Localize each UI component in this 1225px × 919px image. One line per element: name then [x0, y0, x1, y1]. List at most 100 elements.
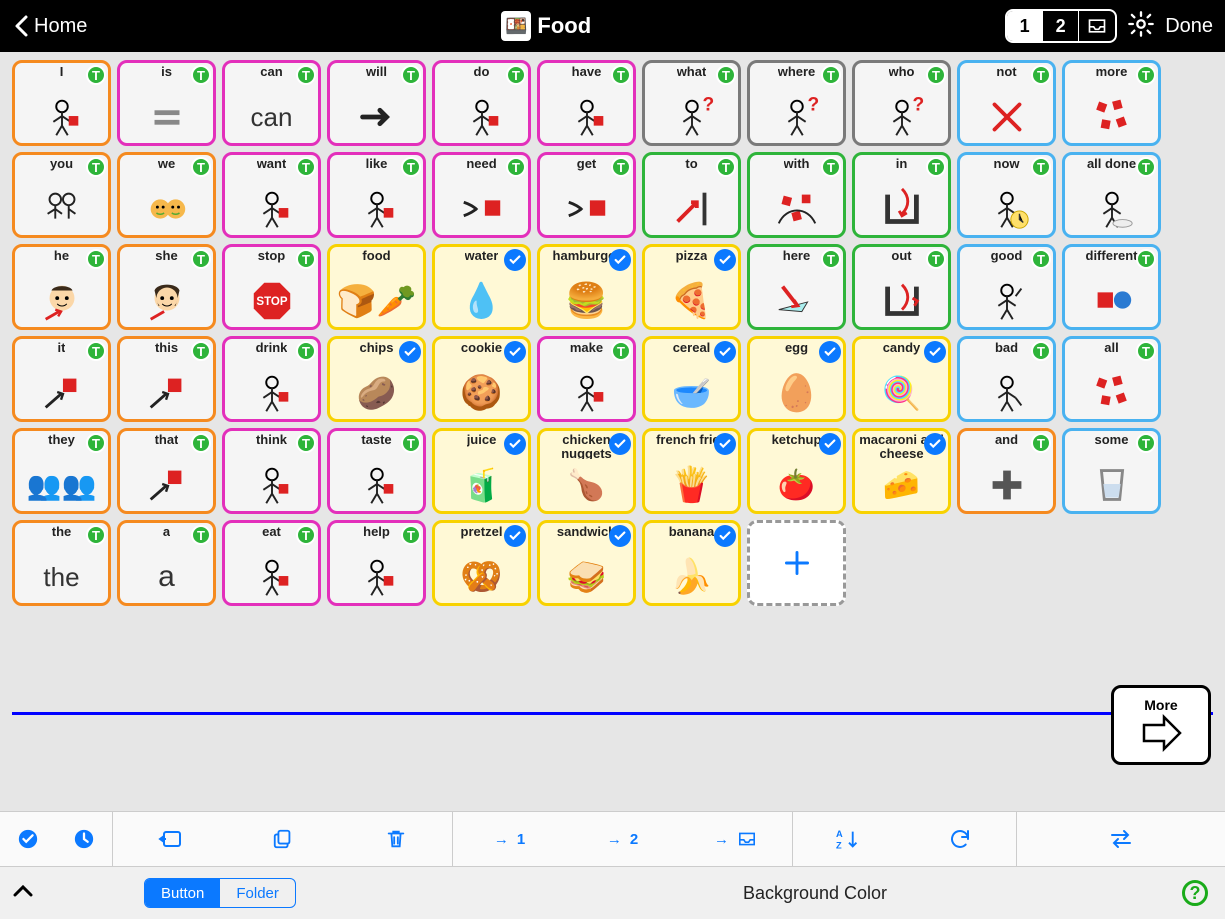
template-badge-icon: T	[1136, 249, 1156, 269]
cell-where[interactable]: where?T	[747, 60, 846, 146]
cell-make[interactable]: makeT	[537, 336, 636, 422]
cell-taste[interactable]: tasteT	[327, 428, 426, 514]
cell-this[interactable]: thisT	[117, 336, 216, 422]
cell-who[interactable]: who?T	[852, 60, 951, 146]
cell-label: good	[991, 249, 1023, 275]
cell-ketchup[interactable]: ketchup🍅	[747, 428, 846, 514]
cell-what[interactable]: what?T	[642, 60, 741, 146]
cell-do[interactable]: doT	[432, 60, 531, 146]
cell-pretzel[interactable]: pretzel🥨	[432, 520, 531, 606]
cell-pizza[interactable]: pizza🍕	[642, 244, 741, 330]
cell-out[interactable]: outT	[852, 244, 951, 330]
move-button[interactable]	[113, 812, 226, 866]
cell-hamburger[interactable]: hamburger🍔	[537, 244, 636, 330]
help-button[interactable]: ?	[1182, 880, 1208, 906]
cell-have[interactable]: haveT	[537, 60, 636, 146]
cell-will[interactable]: willT	[327, 60, 426, 146]
cell-chips[interactable]: chips🥔	[327, 336, 426, 422]
cell-different[interactable]: differentT	[1062, 244, 1161, 330]
cell-label: I	[60, 65, 64, 91]
template-badge-icon: T	[506, 65, 526, 85]
move-icon	[158, 828, 182, 850]
storage-tab[interactable]	[1079, 11, 1115, 41]
template-badge-icon: T	[611, 157, 631, 177]
cell-here[interactable]: hereT	[747, 244, 846, 330]
cell-not[interactable]: notT	[957, 60, 1056, 146]
expand-panel-button[interactable]	[12, 883, 34, 904]
cell-bad[interactable]: badT	[957, 336, 1056, 422]
cell-cereal[interactable]: cereal🥣	[642, 336, 741, 422]
cell-french-fries[interactable]: french fries🍟	[642, 428, 741, 514]
refresh-button[interactable]	[905, 812, 1017, 866]
cell-I[interactable]: IT	[12, 60, 111, 146]
hands-reach-icon	[458, 183, 506, 235]
cell-+[interactable]: +	[747, 520, 846, 606]
question-icon: ?	[668, 91, 716, 143]
cell-you[interactable]: youT	[12, 152, 111, 238]
deselect-all-button[interactable]	[56, 812, 112, 866]
cell-they[interactable]: they👥👥T	[12, 428, 111, 514]
home-button[interactable]: Home	[12, 14, 87, 38]
cell-can[interactable]: cancanT	[222, 60, 321, 146]
x-red-icon	[983, 91, 1031, 143]
cell-stop[interactable]: stopSTOPT	[222, 244, 321, 330]
more-pages-button[interactable]: More 2	[1111, 685, 1211, 765]
cell-some[interactable]: someT	[1062, 428, 1161, 514]
cell-she[interactable]: sheT	[117, 244, 216, 330]
cell-food[interactable]: food🍞🥕	[327, 244, 426, 330]
send-to-page-2-button[interactable]: →2	[566, 812, 679, 866]
cell-banana[interactable]: banana🍌	[642, 520, 741, 606]
cell-juice[interactable]: juice🧃	[432, 428, 531, 514]
cell-chicken-nuggets[interactable]: chicken nuggets🍗	[537, 428, 636, 514]
cell-drink[interactable]: drinkT	[222, 336, 321, 422]
cell-all-done[interactable]: all doneT	[1062, 152, 1161, 238]
segment-button[interactable]: Button	[145, 879, 220, 907]
cell-like[interactable]: likeT	[327, 152, 426, 238]
page-1-tab[interactable]: 1	[1007, 11, 1043, 41]
cell-cookie[interactable]: cookie🍪	[432, 336, 531, 422]
cell-need[interactable]: needT	[432, 152, 531, 238]
settings-button[interactable]	[1127, 10, 1155, 43]
cell-eat[interactable]: eatT	[222, 520, 321, 606]
selected-badge-icon	[714, 341, 736, 363]
cell-with[interactable]: withT	[747, 152, 846, 238]
sort-button[interactable]: AZ	[793, 812, 905, 866]
send-to-storage-button[interactable]: →	[679, 812, 792, 866]
page-2-tab[interactable]: 2	[1043, 11, 1079, 41]
cell-that[interactable]: thatT	[117, 428, 216, 514]
top-bar: Home 🍱 Food 1 2 Done	[0, 0, 1225, 52]
cell-now[interactable]: nowT	[957, 152, 1056, 238]
template-badge-icon: T	[401, 157, 421, 177]
cell-more[interactable]: moreT	[1062, 60, 1161, 146]
done-button[interactable]: Done	[1165, 15, 1213, 38]
cell-sandwich[interactable]: sandwich🥪	[537, 520, 636, 606]
cell-get[interactable]: getT	[537, 152, 636, 238]
cell-think[interactable]: thinkT	[222, 428, 321, 514]
cell-in[interactable]: inT	[852, 152, 951, 238]
cell-water[interactable]: water💧	[432, 244, 531, 330]
cell-we[interactable]: weT	[117, 152, 216, 238]
cell-macaroni-and-cheese[interactable]: macaroni and cheese🧀	[852, 428, 951, 514]
swap-button[interactable]	[1017, 812, 1225, 866]
cell-it[interactable]: itT	[12, 336, 111, 422]
cell-a[interactable]: aaT	[117, 520, 216, 606]
segment-folder[interactable]: Folder	[220, 879, 295, 907]
select-all-button[interactable]	[0, 812, 56, 866]
cell-label: all	[1104, 341, 1118, 367]
template-badge-icon: T	[86, 433, 106, 453]
cell-to[interactable]: toT	[642, 152, 741, 238]
cell-want[interactable]: wantT	[222, 152, 321, 238]
cell-good[interactable]: goodT	[957, 244, 1056, 330]
cell-candy[interactable]: candy🍭	[852, 336, 951, 422]
cell-is[interactable]: isT	[117, 60, 216, 146]
template-badge-icon: T	[191, 341, 211, 361]
cell-help[interactable]: helpT	[327, 520, 426, 606]
send-to-page-1-button[interactable]: →1	[453, 812, 566, 866]
cell-all[interactable]: allT	[1062, 336, 1161, 422]
cell-and[interactable]: andT	[957, 428, 1056, 514]
cell-the[interactable]: thetheT	[12, 520, 111, 606]
delete-button[interactable]	[339, 812, 452, 866]
copy-button[interactable]	[226, 812, 339, 866]
cell-egg[interactable]: egg🥚	[747, 336, 846, 422]
cell-he[interactable]: heT	[12, 244, 111, 330]
